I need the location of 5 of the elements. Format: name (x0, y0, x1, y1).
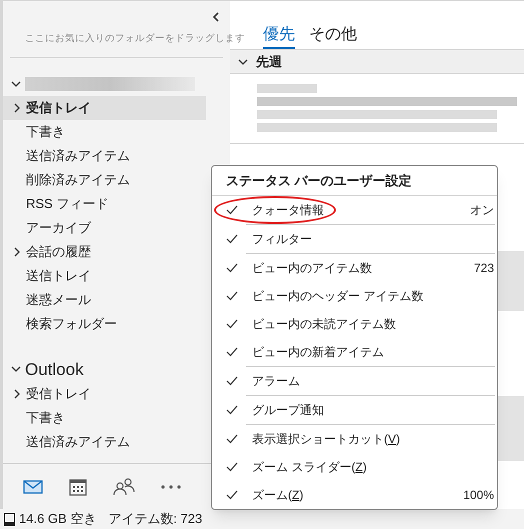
group-header-label: 先週 (256, 52, 282, 71)
menu-title: ステータス バーのユーザー設定 (212, 166, 497, 196)
favorites-hint: ここにお気に入りのフォルダーをドラッグします (25, 33, 245, 44)
item-count: アイテム数: 723 (108, 510, 202, 528)
quota-text: 14.6 GB 空き (19, 510, 96, 528)
